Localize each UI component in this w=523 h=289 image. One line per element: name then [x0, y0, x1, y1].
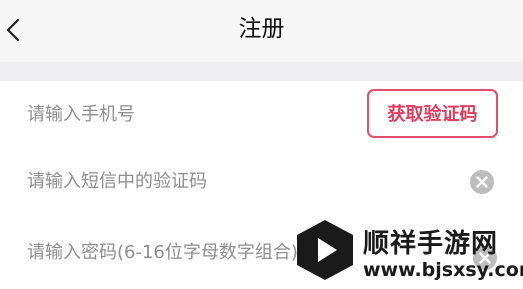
sms-code-row [0, 148, 523, 215]
clear-circle-icon [473, 246, 497, 270]
top-bar: 注册 [0, 0, 523, 62]
phone-input[interactable] [27, 81, 347, 148]
page-title: 注册 [238, 16, 285, 42]
phone-row: 获取验证码 [0, 81, 523, 148]
get-code-button[interactable]: 获取验证码 [367, 89, 498, 138]
clear-circle-icon [470, 170, 494, 194]
sms-code-input[interactable] [27, 148, 347, 215]
password-row [0, 215, 523, 289]
section-spacer [0, 62, 523, 81]
clear-sms-code-button[interactable] [469, 169, 495, 195]
password-input[interactable] [27, 215, 447, 289]
clear-password-button[interactable] [472, 245, 498, 271]
